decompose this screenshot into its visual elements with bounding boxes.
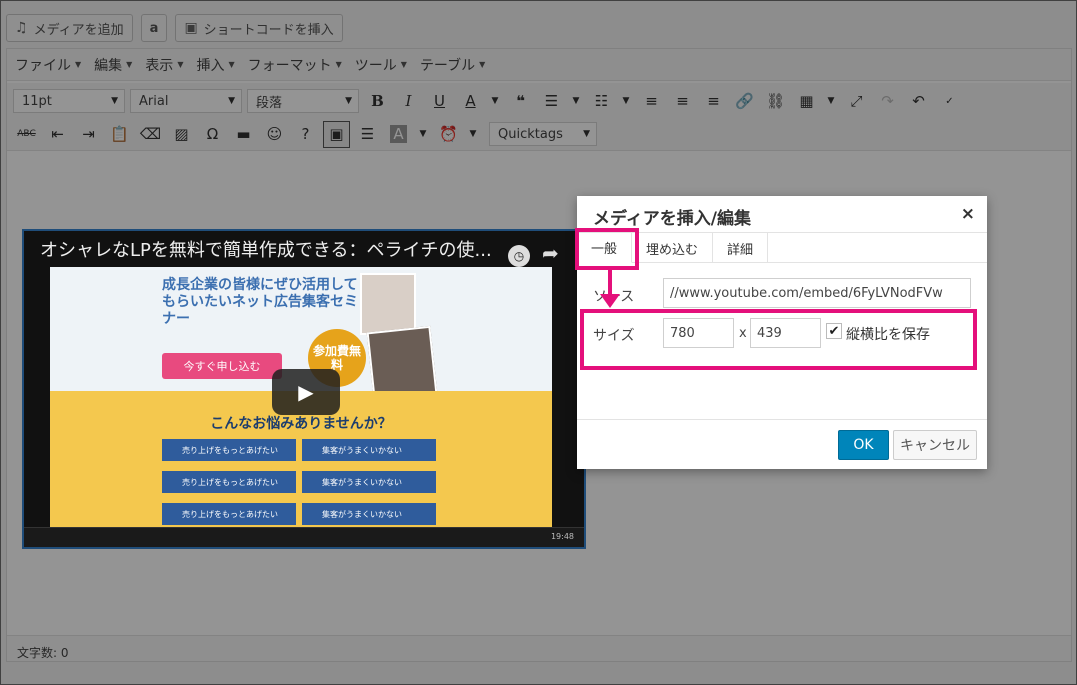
taskbar-clock: 19:48 [550,532,574,541]
ok-button[interactable]: OK [838,430,889,460]
watch-later-icon[interactable]: ◷ [508,245,530,267]
tab-embed[interactable]: 埋め込む [632,233,714,263]
share-icon[interactable]: ➦ [542,241,559,265]
lp-check-item: 売り上げをもっとあげたい [162,439,296,461]
dialog-title: メディアを挿入/編集 [593,209,752,229]
close-icon[interactable]: × [961,204,975,224]
tab-advanced[interactable]: 詳細 [713,233,769,263]
tab-embed-label: 埋め込む [646,242,699,258]
speaker-photo [366,325,438,401]
lp-question: こんなお悩みありませんか？ [210,416,392,432]
lp-hero-heading: 成長企業の皆様にぜひ活用してもらいたいネット広告集客セミナー [162,277,358,327]
source-input[interactable]: //www.youtube.com/embed/6FyLVNodFVw [663,278,971,308]
play-icon: ▶ [298,380,314,404]
tab-advanced-label: 詳細 [727,242,754,258]
speaker-photo [360,273,416,335]
video-taskbar: 19:48 [24,527,584,547]
lp-check-item: 集客がうまくいかない [302,471,436,493]
lp-check-item: 売り上げをもっとあげたい [162,471,296,493]
play-button[interactable]: ▶ [272,369,340,415]
highlight-box-size [580,309,977,370]
cancel-button[interactable]: キャンセル [893,430,977,460]
lp-apply-button: 今すぐ申し込む [162,353,282,379]
dialog-footer: OK キャンセル [577,419,987,469]
highlight-box-general-tab [575,228,639,270]
video-title[interactable]: オシャレなLPを無料で簡単作成できる：ペライチの使... [40,236,492,262]
arrow-down-icon [600,294,620,308]
video-title-bar: オシャレなLPを無料で簡単作成できる：ペライチの使... [24,231,584,267]
lp-check-item: 売り上げをもっとあげたい [162,503,296,525]
lp-check-item: 集客がうまくいかない [302,503,436,525]
video-embed[interactable]: 成長企業の皆様にぜひ活用してもらいたいネット広告集客セミナー 今すぐ申し込む 参… [22,229,586,549]
lp-check-item: 集客がうまくいかない [302,439,436,461]
